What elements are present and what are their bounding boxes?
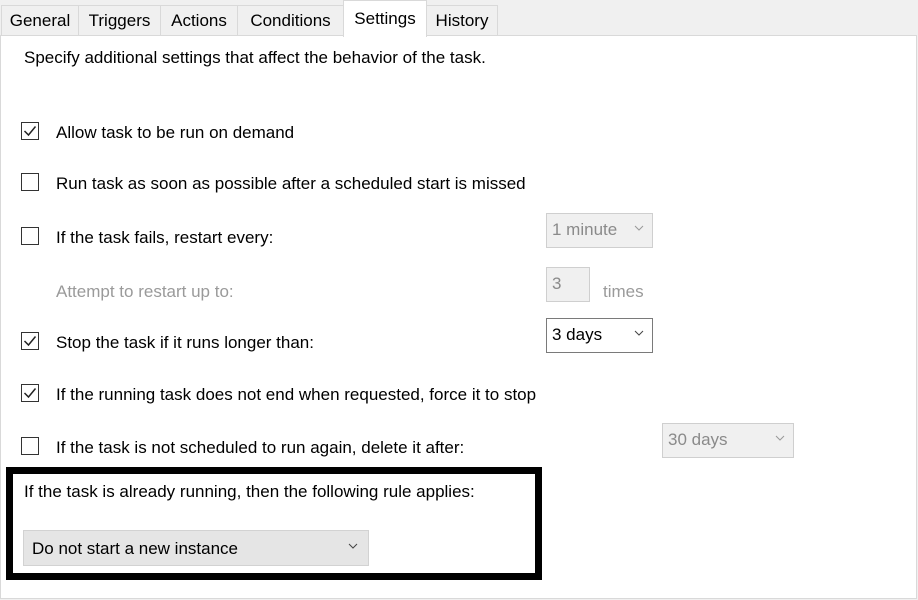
chevron-down-icon (348, 543, 358, 549)
restart-on-fail-checkbox[interactable] (21, 227, 39, 245)
restart-attempts-unit: times (603, 282, 644, 301)
delete-after-checkbox[interactable] (21, 437, 39, 455)
force-stop-checkbox[interactable] (21, 384, 39, 402)
restart-attempts-value: 3 (552, 274, 562, 293)
delete-after-select[interactable]: 30 days (662, 423, 794, 458)
delete-after-value: 30 days (668, 430, 728, 449)
check-icon (23, 388, 37, 399)
restart-on-fail-label[interactable]: If the task fails, restart every: (56, 228, 273, 248)
stop-if-longer-label[interactable]: Stop the task if it runs longer than: (56, 333, 314, 353)
restart-interval-value: 1 minute (552, 220, 618, 239)
allow-on-demand-checkbox[interactable] (21, 122, 39, 140)
stop-duration-value: 3 days (552, 325, 603, 344)
tab-triggers[interactable]: Triggers (78, 5, 161, 35)
running-rule-highlight: If the task is already running, then the… (6, 467, 542, 580)
running-rule-label: If the task is already running, then the… (24, 482, 475, 501)
chevron-down-icon (634, 330, 644, 336)
stop-if-longer-checkbox[interactable] (21, 332, 39, 350)
run-asap-checkbox[interactable] (21, 173, 39, 191)
chevron-down-icon (634, 225, 644, 231)
restart-attempts-input[interactable]: 3 (546, 267, 590, 302)
force-stop-label[interactable]: If the running task does not end when re… (56, 385, 536, 405)
run-asap-label[interactable]: Run task as soon as possible after a sch… (56, 174, 526, 194)
delete-after-label[interactable]: If the task is not scheduled to run agai… (56, 438, 464, 458)
restart-attempts-label: Attempt to restart up to: (56, 282, 234, 301)
tab-actions[interactable]: Actions (160, 5, 238, 35)
allow-on-demand-label[interactable]: Allow task to be run on demand (56, 123, 294, 143)
running-rule-select[interactable]: Do not start a new instance (23, 530, 369, 566)
running-rule-value: Do not start a new instance (32, 539, 239, 558)
check-icon (23, 336, 37, 347)
settings-description: Specify additional settings that affect … (24, 48, 486, 67)
tab-strip: General Triggers Actions Conditions Sett… (0, 0, 918, 37)
stop-duration-select[interactable]: 3 days (546, 318, 653, 353)
restart-interval-select[interactable]: 1 minute (546, 213, 653, 248)
check-icon (23, 126, 37, 137)
chevron-down-icon (775, 435, 785, 441)
tab-history[interactable]: History (426, 5, 498, 35)
tab-settings[interactable]: Settings (343, 0, 427, 37)
tab-conditions[interactable]: Conditions (237, 5, 344, 35)
tab-general[interactable]: General (1, 5, 79, 35)
